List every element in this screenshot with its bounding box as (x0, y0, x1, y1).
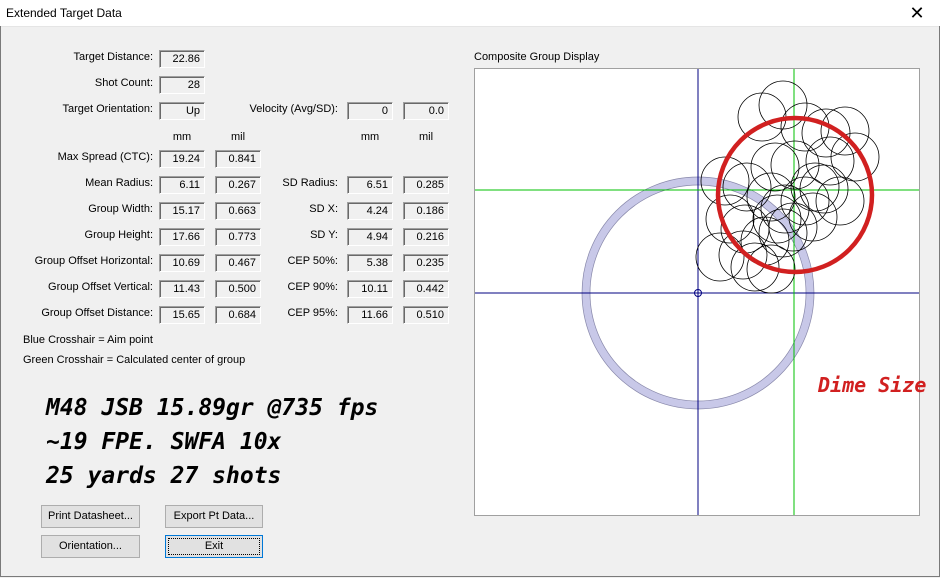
stat-label: Group Offset Vertical: (48, 281, 153, 293)
shot-mark (780, 176, 830, 226)
target-orientation-label: Target Orientation: (62, 103, 154, 115)
stat-mil-value-right: 0.235 (403, 254, 449, 272)
target-distance-label: Target Distance: (73, 51, 153, 63)
shot-mark (815, 176, 865, 226)
shot-mark (695, 232, 745, 282)
legend-green-text: Green Crosshair = Calculated center of g… (23, 354, 246, 366)
shot-mark (770, 140, 820, 190)
col-mm-header-right: mm (360, 131, 380, 143)
print-datasheet-button[interactable]: Print Datasheet... (41, 505, 140, 528)
target-distance-value: 22.86 (159, 50, 205, 68)
stat-mil-value: 0.467 (215, 254, 261, 272)
dime-size-annotation: Dime Size (818, 373, 927, 397)
shot-mark (830, 132, 880, 182)
exit-button[interactable]: Exit (165, 535, 263, 558)
stat-label: Group Width: (88, 203, 153, 215)
note-line-1: M48 JSB 15.89gr @735 fps (46, 395, 379, 421)
stat-mm-value-right: 4.24 (347, 202, 393, 220)
stat-mil-value-right: 0.510 (403, 306, 449, 324)
velocity-label: Velocity (Avg/SD): (249, 103, 338, 115)
col-mil-header: mil (230, 131, 246, 143)
shot-mark (799, 164, 849, 214)
stat-mm-value: 17.66 (159, 228, 205, 246)
stat-label: Max Spread (CTC): (57, 151, 153, 163)
note-line-2: ~19 FPE. SWFA 10x (46, 429, 282, 455)
velocity-sd-value: 0.0 (403, 102, 449, 120)
stat-mil-value: 0.841 (215, 150, 261, 168)
stat-mil-value-right: 0.186 (403, 202, 449, 220)
stat-mm-value: 6.11 (159, 176, 205, 194)
stat-label-right: SD Y: (310, 229, 338, 241)
orientation-button[interactable]: Orientation... (41, 535, 140, 558)
stat-mil-value-right: 0.216 (403, 228, 449, 246)
plot-title: Composite Group Display (474, 51, 600, 63)
stat-label: Group Offset Horizontal: (34, 255, 153, 267)
stat-mm-value-right: 4.94 (347, 228, 393, 246)
stat-mil-value-right: 0.285 (403, 176, 449, 194)
stat-mm-value: 15.17 (159, 202, 205, 220)
stat-mm-value-right: 11.66 (347, 306, 393, 324)
stat-mm-value-right: 10.11 (347, 280, 393, 298)
shot-count-label: Shot Count: (94, 77, 153, 89)
col-mil-header-right: mil (418, 131, 434, 143)
stat-label-right: CEP 95%: (287, 307, 338, 319)
window-title: Extended Target Data (6, 6, 122, 20)
target-orientation-value: Up (159, 102, 205, 120)
stat-label: Group Height: (84, 229, 153, 241)
stat-mil-value: 0.663 (215, 202, 261, 220)
stat-mil-value: 0.267 (215, 176, 261, 194)
stat-mm-value: 11.43 (159, 280, 205, 298)
export-pt-data-button[interactable]: Export Pt Data... (165, 505, 263, 528)
shot-mark (750, 142, 800, 192)
col-mm-header: mm (172, 131, 192, 143)
stat-label-right: SD X: (309, 203, 338, 215)
stat-mm-value: 15.65 (159, 306, 205, 324)
shot-mark (788, 192, 838, 242)
group-plot-svg (475, 69, 919, 515)
close-icon[interactable]: ✕ (894, 0, 940, 26)
stat-mil-value-right: 0.442 (403, 280, 449, 298)
stat-label: Mean Radius: (85, 177, 153, 189)
stat-mil-value: 0.773 (215, 228, 261, 246)
stat-mm-value-right: 5.38 (347, 254, 393, 272)
note-line-3: 25 yards 27 shots (46, 463, 282, 489)
stat-mm-value: 10.69 (159, 254, 205, 272)
stat-label-right: CEP 90%: (287, 281, 338, 293)
stat-label-right: CEP 50%: (287, 255, 338, 267)
velocity-avg-value: 0 (347, 102, 393, 120)
legend-blue-text: Blue Crosshair = Aim point (23, 334, 153, 346)
stat-mm-value-right: 6.51 (347, 176, 393, 194)
stat-label-right: SD Radius: (282, 177, 338, 189)
composite-group-display (474, 68, 920, 516)
stat-mil-value: 0.500 (215, 280, 261, 298)
shot-count-value: 28 (159, 76, 205, 94)
title-bar: Extended Target Data ✕ (0, 0, 940, 27)
stat-mm-value: 19.24 (159, 150, 205, 168)
stat-label: Group Offset Distance: (41, 307, 153, 319)
stat-mil-value: 0.684 (215, 306, 261, 324)
